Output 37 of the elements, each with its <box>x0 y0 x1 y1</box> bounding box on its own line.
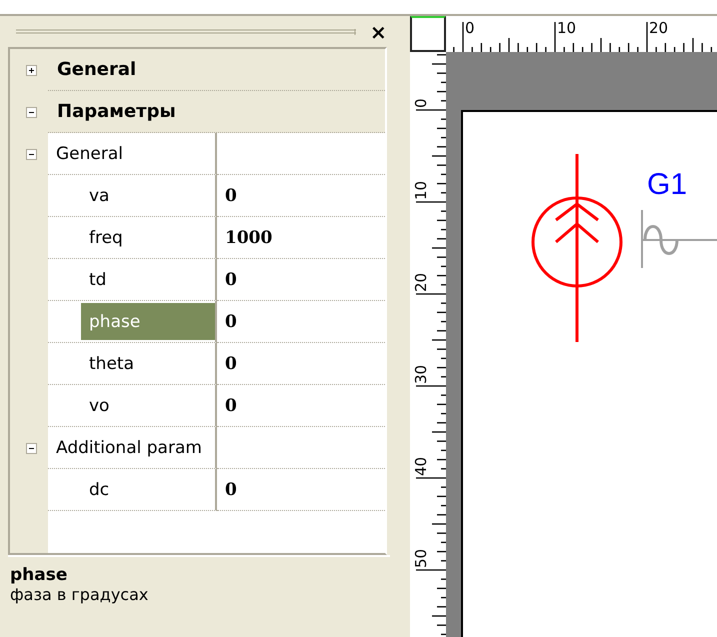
current-source-symbol[interactable] <box>532 154 622 342</box>
ruler-label: 0 <box>465 19 475 37</box>
close-button[interactable]: × <box>368 22 389 42</box>
property-value[interactable]: 0 <box>225 480 237 500</box>
property-value[interactable]: 1000 <box>225 228 272 248</box>
property-name[interactable]: vo <box>81 387 215 424</box>
ruler-corner <box>410 16 446 52</box>
grip-handle[interactable] <box>16 28 356 34</box>
ruler-label: 40 <box>412 456 430 476</box>
property-name[interactable]: theta <box>81 345 215 382</box>
collapse-icon[interactable] <box>26 148 36 160</box>
ruler-label: 20 <box>649 19 668 37</box>
property-name[interactable]: phase <box>81 303 215 340</box>
collapse-icon[interactable] <box>26 106 36 118</box>
ruler-label: 30 <box>412 364 430 384</box>
sine-wave-icon <box>641 210 717 268</box>
component-label: G1 <box>647 168 688 201</box>
property-value[interactable]: 0 <box>225 270 237 290</box>
group-label[interactable]: General <box>48 135 123 172</box>
ruler-label: 0 <box>412 98 430 108</box>
property-value[interactable]: 0 <box>225 396 237 416</box>
ruler-label: 50 <box>412 548 430 568</box>
property-name[interactable]: va <box>81 177 215 214</box>
ruler-label: 20 <box>412 272 430 292</box>
property-value[interactable]: 0 <box>225 312 237 332</box>
description-title: phase <box>10 565 68 585</box>
ruler-label: 10 <box>412 180 430 200</box>
ruler-label: 10 <box>557 19 576 37</box>
description-text: фаза в градусах <box>10 585 150 604</box>
property-name[interactable]: freq <box>81 219 215 256</box>
property-value[interactable]: 0 <box>225 354 237 374</box>
group-label[interactable]: Additional param <box>48 429 202 466</box>
property-name[interactable]: td <box>81 261 215 298</box>
property-name[interactable]: dc <box>81 471 215 508</box>
collapse-icon[interactable] <box>26 442 36 454</box>
property-value[interactable]: 0 <box>225 186 237 206</box>
expand-icon[interactable] <box>26 64 36 76</box>
